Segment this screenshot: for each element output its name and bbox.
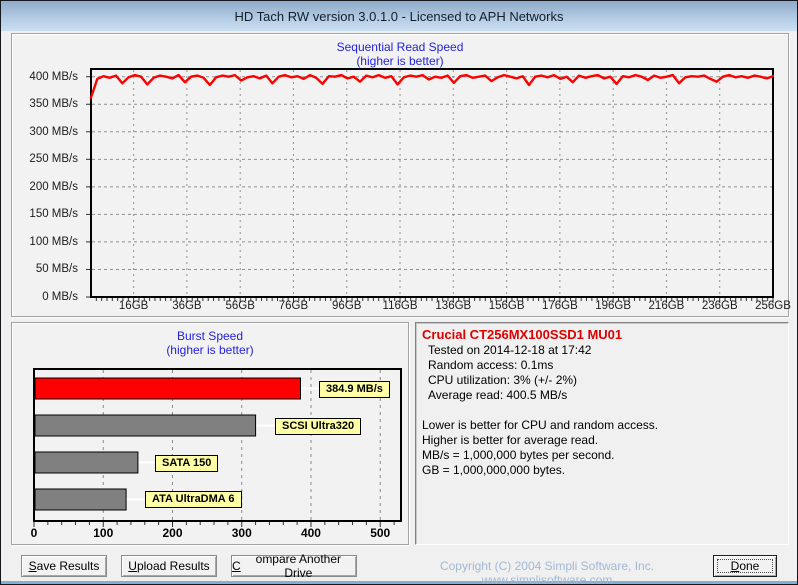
x-axis-tick-label: 216GB — [648, 300, 685, 312]
x-axis-tick-label: 0 — [30, 526, 38, 540]
save-results-button[interactable]: Save Results — [21, 555, 107, 577]
y-axis-tick-label: 0 MB/s — [42, 291, 78, 303]
x-axis-tick-label: 96GB — [332, 300, 362, 312]
sequential-read-chart-title: Sequential Read Speed — [336, 40, 464, 54]
y-axis-tick-label: 100 MB/s — [29, 235, 78, 248]
window-title: HD Tach RW version 3.0.1.0 - Licensed to… — [234, 8, 564, 24]
info-line-tested-on: Tested on 2014-12-18 at 17:42 — [428, 343, 592, 357]
info-line-note-1: Lower is better for CPU and random acces… — [422, 418, 659, 432]
burst-bar-label: SATA 150 — [155, 455, 219, 472]
burst-bar-label: ATA UltraDMA 6 — [145, 491, 242, 508]
compare-another-drive-button[interactable]: Compare Another Drive — [231, 552, 357, 580]
client-area: Sequential Read Speed (higher is better)… — [1, 31, 797, 584]
y-axis-tick-label: 200 MB/s — [29, 180, 78, 193]
y-axis-tick-label: 50 MB/s — [35, 263, 78, 276]
y-axis-tick-label: 350 MB/s — [29, 98, 78, 111]
burst-bar-label: 384.9 MB/s — [319, 381, 390, 398]
x-axis-tick-label: 196GB — [595, 300, 632, 312]
x-axis-tick-label: 16GB — [118, 300, 149, 312]
x-axis-tick-label: 156GB — [488, 300, 525, 312]
x-axis-tick-label: 500 — [370, 526, 391, 540]
x-axis-tick-label: 200 — [162, 526, 183, 540]
sequential-read-chart — [86, 68, 774, 303]
burst-speed-chart-subtitle: (higher is better) — [166, 343, 254, 357]
info-line-cpu-utilization: CPU utilization: 3% (+/- 2%) — [428, 373, 578, 387]
info-line-note-4: GB = 1,000,000,000 bytes. — [422, 463, 566, 477]
x-axis-tick-label: 400 — [300, 526, 321, 540]
info-line-note-3: MB/s = 1,000,000 bytes per second. — [422, 448, 615, 462]
x-axis-tick-label: 100 — [93, 526, 114, 540]
sequential-read-chart-subtitle: (higher is better) — [356, 54, 444, 68]
titlebar[interactable]: HD Tach RW version 3.0.1.0 - Licensed to… — [1, 1, 797, 31]
x-axis-tick-label: 36GB — [172, 300, 202, 312]
burst-speed-panel: Burst Speed (higher is better) 384.9 MB/… — [11, 322, 409, 545]
x-axis-tick-label: 176GB — [541, 300, 578, 312]
copyright-text: Copyright (C) 2004 Simpli Software, Inc.… — [439, 559, 655, 585]
x-axis-tick-label: 56GB — [225, 300, 255, 312]
x-axis-tick-label: 256GB — [755, 300, 791, 312]
hd-tach-window: HD Tach RW version 3.0.1.0 - Licensed to… — [0, 0, 798, 585]
drive-model-title: Crucial CT256MX100SSD1 MU01 — [422, 327, 623, 342]
done-button[interactable]: Done — [713, 555, 777, 577]
x-axis-tick-label: 76GB — [278, 300, 309, 312]
x-axis-tick-label: 116GB — [382, 300, 418, 312]
sequential-read-panel: Sequential Read Speed (higher is better)… — [11, 33, 791, 317]
info-line-blank — [422, 403, 782, 418]
y-axis-tick-label: 150 MB/s — [29, 208, 78, 221]
burst-bar-label: SCSI Ultra320 — [275, 418, 362, 435]
upload-results-button[interactable]: Upload Results — [121, 555, 217, 577]
info-line-average-read: Average read: 400.5 MB/s — [428, 388, 568, 402]
x-axis-tick-label: 300 — [231, 526, 252, 540]
x-axis-tick-label: 236GB — [701, 300, 738, 312]
x-axis-tick-label: 136GB — [435, 300, 472, 312]
y-axis-tick-label: 400 MB/s — [29, 70, 78, 83]
info-line-random-access: Random access: 0.1ms — [428, 358, 554, 372]
burst-speed-chart-title: Burst Speed — [176, 329, 244, 343]
y-axis-tick-label: 250 MB/s — [29, 153, 78, 166]
y-axis-tick-label: 300 MB/s — [29, 125, 78, 138]
info-line-note-2: Higher is better for average read. — [422, 433, 599, 447]
results-info-panel: Crucial CT256MX100SSD1 MU01 Tested on 20… — [415, 322, 789, 545]
